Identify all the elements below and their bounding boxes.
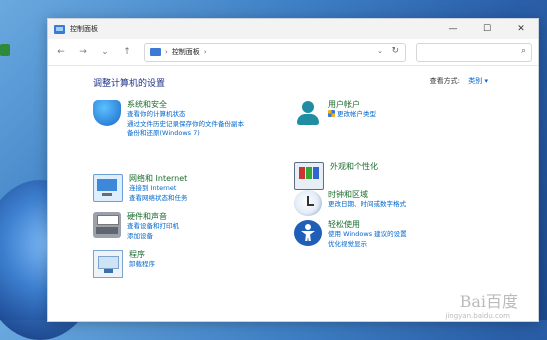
category-title[interactable]: 硬件和声音 (127, 212, 179, 222)
desktop-shortcut-icon[interactable] (0, 44, 10, 56)
category-title[interactable]: 网络和 Internet (129, 174, 188, 184)
category-title[interactable]: 用户帐户 (328, 100, 376, 110)
title-bar[interactable]: 控制面板 — ☐ ✕ (48, 19, 538, 39)
appearance-icon[interactable] (294, 162, 324, 190)
category-link[interactable]: 备份和还原(Windows 7) (127, 129, 244, 139)
network-icon[interactable] (93, 174, 123, 202)
address-dropdown-icon[interactable]: ⌄ (377, 47, 383, 55)
maximize-button[interactable]: ☐ (470, 19, 504, 39)
programs-icon[interactable] (93, 250, 123, 278)
watermark: Bai百度 (459, 292, 518, 311)
control-panel-icon (150, 48, 161, 56)
category-title[interactable]: 程序 (129, 250, 155, 260)
category-link[interactable]: 添加设备 (127, 232, 179, 242)
breadcrumb-control-panel[interactable]: 控制面板 (172, 47, 200, 57)
control-panel-window: 控制面板 — ☐ ✕ ← → ⌄ ↑ › 控制面板 › ⌄ ↻ ⌕ 调整计算机的… (47, 18, 539, 322)
uac-shield-icon (328, 110, 335, 117)
breadcrumb-separator: › (165, 48, 168, 56)
category-hardware-sound: 硬件和声音 查看设备和打印机 添加设备 (93, 212, 179, 241)
minimize-button[interactable]: — (436, 19, 470, 39)
category-title[interactable]: 时钟和区域 (328, 190, 406, 200)
category-clock-region: 时钟和区域 更改日期、时间或数字格式 (294, 190, 406, 216)
refresh-icon[interactable]: ↻ (391, 46, 399, 56)
category-link[interactable]: 使用 Windows 建议的设置 (328, 230, 407, 240)
clock-icon[interactable] (294, 190, 322, 216)
main-content: 调整计算机的设置 查看方式: 类别 ▾ 系统和安全 查看你的计算机状态 通过文件… (48, 66, 538, 320)
back-button[interactable]: ← (52, 47, 70, 57)
category-link[interactable]: 更改帐户类型 (328, 110, 376, 120)
search-input[interactable]: ⌕ (416, 42, 532, 62)
category-link-text[interactable]: 更改帐户类型 (337, 110, 376, 118)
control-panel-icon (54, 24, 65, 34)
category-link[interactable]: 优化视觉显示 (328, 240, 407, 250)
category-title[interactable]: 轻松使用 (328, 220, 407, 230)
close-button[interactable]: ✕ (504, 19, 538, 39)
category-system-security: 系统和安全 查看你的计算机状态 通过文件历史记录保存你的文件备份副本 备份和还原… (93, 100, 244, 139)
view-by: 查看方式: 类别 ▾ (430, 76, 488, 86)
watermark-url: jingyan.baidu.com (445, 312, 510, 320)
shield-icon[interactable] (93, 100, 121, 126)
navigation-bar: ← → ⌄ ↑ › 控制面板 › ⌄ ↻ ⌕ (48, 39, 538, 66)
category-title[interactable]: 外观和个性化 (330, 162, 378, 172)
window-title: 控制面板 (70, 25, 98, 33)
search-icon[interactable]: ⌕ (521, 46, 526, 56)
category-link[interactable]: 通过文件历史记录保存你的文件备份副本 (127, 120, 244, 130)
window-controls: — ☐ ✕ (436, 19, 538, 39)
address-bar[interactable]: › 控制面板 › ⌄ ↻ (144, 42, 406, 62)
category-link[interactable]: 卸载程序 (129, 260, 155, 270)
printer-icon[interactable] (93, 212, 121, 238)
recent-locations-button[interactable]: ⌄ (96, 47, 114, 57)
category-programs: 程序 卸载程序 (93, 250, 155, 278)
category-title[interactable]: 系统和安全 (127, 100, 244, 110)
accessibility-icon[interactable] (294, 220, 322, 246)
category-link[interactable]: 更改日期、时间或数字格式 (328, 200, 406, 210)
user-icon[interactable] (294, 100, 322, 126)
up-button[interactable]: ↑ (118, 47, 136, 57)
page-heading: 调整计算机的设置 (93, 79, 166, 89)
category-link[interactable]: 连接到 Internet (129, 184, 188, 194)
category-user-accounts: 用户帐户 更改帐户类型 (294, 100, 376, 126)
category-link[interactable]: 查看你的计算机状态 (127, 110, 244, 120)
category-link[interactable]: 查看网络状态和任务 (129, 194, 188, 204)
breadcrumb-chevron[interactable]: › (204, 48, 207, 56)
category-ease-of-access: 轻松使用 使用 Windows 建议的设置 优化视觉显示 (294, 220, 407, 249)
view-by-label: 查看方式: (429, 77, 461, 85)
category-link[interactable]: 查看设备和打印机 (127, 222, 179, 232)
forward-button[interactable]: → (74, 47, 92, 57)
category-network-internet: 网络和 Internet 连接到 Internet 查看网络状态和任务 (93, 174, 188, 203)
view-by-dropdown[interactable]: 类别 ▾ (468, 77, 488, 85)
category-appearance: 外观和个性化 (294, 162, 378, 190)
